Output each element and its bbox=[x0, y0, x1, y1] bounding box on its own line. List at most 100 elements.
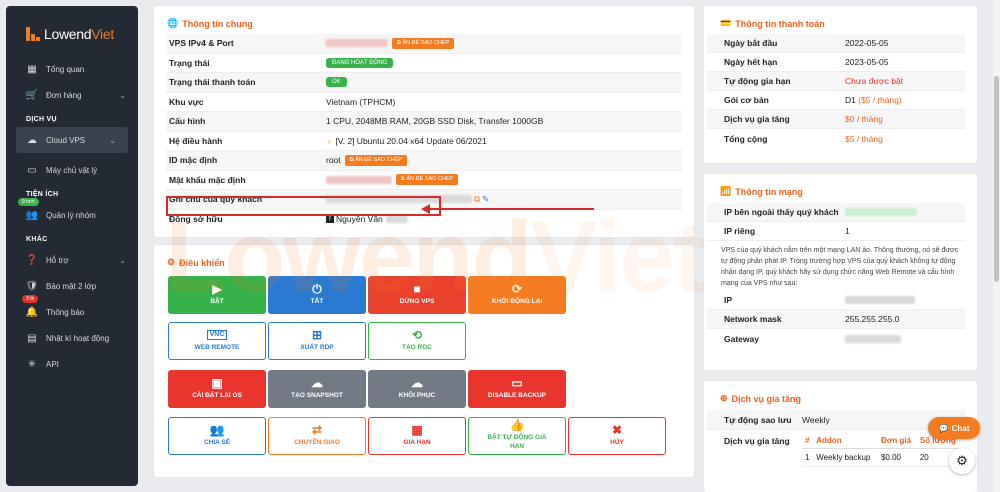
gear-icon: ⚙ bbox=[167, 257, 176, 267]
plus-icon: ⊕ bbox=[720, 393, 728, 403]
linux-icon: ♁ bbox=[326, 135, 333, 146]
cloud-upload-icon: ☁ bbox=[311, 375, 323, 390]
brand-name: LowendViet bbox=[44, 26, 114, 42]
notification-badge: 3 tb bbox=[22, 295, 39, 303]
shield-icon: 🛡 bbox=[25, 280, 39, 292]
scrollbar-thumb[interactable] bbox=[994, 76, 999, 282]
chevron-down-icon: ⌄ bbox=[119, 90, 126, 100]
server-icon: ▭ bbox=[27, 164, 37, 176]
reinstall-os-button[interactable]: ▣ CÀI ĐẶT LẠI OS bbox=[168, 370, 266, 408]
logo-icon bbox=[26, 27, 40, 41]
copy-ip-button[interactable]: ⧉ ẤN ĐỂ SAO CHÉP bbox=[392, 37, 455, 49]
copy-note-icon[interactable]: ⧉ bbox=[474, 194, 480, 205]
page-scrollbar[interactable] bbox=[993, 0, 1000, 492]
refresh-icon: ⟳ bbox=[511, 281, 523, 296]
nav-group-manage[interactable]: 9 mới 👥 Quản lý nhóm bbox=[6, 198, 138, 228]
section-services: DỊCH VỤ bbox=[26, 116, 57, 123]
cancel-button[interactable]: ✖ HỦY bbox=[568, 417, 666, 455]
payment-card: 💳 Thông tin thanh toán Ngày bắt đầu 2022-0… bbox=[704, 6, 977, 163]
sidebar: LowendViet ▦ Tổng quan 🛒 Đơn hàng ⌄ DỊCH VỤ… bbox=[6, 6, 138, 486]
plan-row: Gói cơ bản D1 ($5 / tháng) bbox=[707, 91, 965, 110]
power-icon: ⏻ bbox=[312, 281, 322, 296]
disable-backup-button[interactable]: ▭ DISABLE BACKUP bbox=[468, 370, 566, 408]
hdd-icon: ▭ bbox=[511, 375, 523, 390]
auto-renew-row: Tự động gia hạn Chưa được bật bbox=[707, 72, 965, 91]
sync-icon: ⟲ bbox=[411, 327, 423, 342]
calendar-icon: ▣ bbox=[211, 375, 223, 390]
users-icon: 👥 bbox=[25, 209, 39, 221]
table-row: 1 Weekly backup $0.00 20 bbox=[802, 448, 962, 467]
highlight-box bbox=[166, 196, 441, 216]
public-ip-row: IP bên ngoài thấy quý khách bbox=[707, 203, 965, 222]
auto-renew-button[interactable]: 👍 BẬT TỰ ĐỘNG GIA HẠN bbox=[468, 417, 566, 455]
help-icon: ❓ bbox=[25, 254, 39, 266]
nav-orders[interactable]: 🛒 Đơn hàng ⌄ bbox=[6, 82, 138, 108]
chat-button[interactable]: 💬 Chat bbox=[928, 417, 980, 439]
web-remote-button[interactable]: VNC WEB REMOTE bbox=[168, 322, 266, 360]
row-status: Trạng thái ĐANG HOẠT ĐỘNG bbox=[166, 54, 682, 73]
vnc-icon: VNC bbox=[206, 330, 228, 340]
stop-icon: ■ bbox=[413, 281, 421, 296]
chevron-down-icon: ⌄ bbox=[109, 135, 116, 145]
start-date-row: Ngày bắt đầu 2022-05-05 bbox=[707, 34, 965, 53]
chevron-down-icon: ⌄ bbox=[119, 255, 126, 265]
ip-row: IP bbox=[707, 291, 965, 310]
cloud-icon: ☁ bbox=[27, 134, 37, 146]
export-rdp-button[interactable]: ⊞ XUẤT RDP bbox=[268, 322, 366, 360]
annotation-arrow bbox=[421, 204, 594, 214]
nav-support[interactable]: ❓ Hỗ trợ ⌄ bbox=[6, 247, 138, 273]
restart-button[interactable]: ⟳ KHỞI ĐỘNG LẠI bbox=[468, 276, 566, 314]
expire-date-row: Ngày hết hạn 2023-05-05 bbox=[707, 53, 965, 72]
copy-password-button[interactable]: ⧉ ẤN ĐỂ SAO CHÉP bbox=[396, 174, 459, 186]
calendar-icon: ▦ bbox=[411, 422, 423, 437]
edit-note-icon[interactable]: ✎ bbox=[482, 194, 489, 205]
group-badge: 9 mới bbox=[18, 198, 39, 206]
network-card: 📶 Thông tin mạng IP bên ngoài thấy quý kh… bbox=[704, 174, 977, 370]
gear-icon: ⚙ bbox=[956, 453, 968, 468]
close-icon: ✖ bbox=[611, 422, 623, 437]
power-off-button[interactable]: ⏻ TẮT bbox=[268, 276, 366, 314]
play-icon: ▶ bbox=[212, 281, 222, 296]
status-badge: ĐANG HOẠT ĐỘNG bbox=[326, 57, 394, 68]
transfer-button[interactable]: ⇄ CHUYỂN GIAO bbox=[268, 417, 366, 455]
settings-gear-button[interactable]: ⚙ bbox=[949, 448, 975, 474]
nav-dedicated[interactable]: ▭ Máy chủ vật lý bbox=[6, 157, 138, 183]
share-button[interactable]: 👥 CHIA SẺ bbox=[168, 417, 266, 455]
exchange-icon: ⇄ bbox=[311, 422, 323, 437]
create-rgc-button[interactable]: ⟲ TẠO RGC bbox=[368, 322, 466, 360]
bell-icon: 🔔 bbox=[25, 306, 39, 318]
dashboard-icon: ▦ bbox=[27, 63, 37, 75]
row-default-id: ID mặc định root ⧉ ẤN ĐỂ SAO CHÉP bbox=[166, 151, 682, 171]
payment-title: 💳 Thông tin thanh toán bbox=[720, 18, 825, 29]
nav-api[interactable]: ✳ API bbox=[6, 351, 138, 377]
nav-notifications[interactable]: 3 tb 🔔 Thông báo bbox=[6, 295, 138, 325]
brand-logo[interactable]: LowendViet bbox=[6, 6, 138, 46]
row-region: Khu vực Vietnam (TPHCM) bbox=[166, 93, 682, 112]
copy-id-button[interactable]: ⧉ ẤN ĐỂ SAO CHÉP bbox=[344, 154, 407, 166]
money-icon: 💳 bbox=[720, 18, 732, 28]
netmask-row: Network mask 255.255.255.0 bbox=[707, 310, 965, 329]
create-snapshot-button[interactable]: ☁ TẠO SNAPSHOT bbox=[268, 370, 366, 408]
row-default-pw: Mật khẩu mặc định ⧉ ẤN ĐỂ SAO CHÉP bbox=[166, 171, 682, 190]
power-on-button[interactable]: ▶ BẬT bbox=[168, 276, 266, 314]
restore-button[interactable]: ☁ KHÔI PHỤC bbox=[368, 370, 466, 408]
nav-cloud-vps[interactable]: ☁ Cloud VPS ⌄ bbox=[16, 127, 128, 153]
api-icon: ✳ bbox=[27, 358, 37, 370]
password-value bbox=[326, 175, 392, 184]
nav-overview[interactable]: ▦ Tổng quan bbox=[6, 56, 138, 82]
network-note: VPS của quý khách nằm trên một mạng LAN … bbox=[721, 247, 959, 287]
cloud-download-icon: ☁ bbox=[411, 375, 423, 390]
windows-icon: ⊞ bbox=[311, 327, 323, 342]
general-info-title: 🌐 Thông tin chung bbox=[167, 18, 253, 29]
stop-vps-button[interactable]: ■ DỪNG VPS bbox=[368, 276, 466, 314]
log-icon: ▤ bbox=[27, 332, 37, 344]
private-ip-row: IP riêng 1 bbox=[707, 222, 965, 241]
nav-activity-log[interactable]: ▤ Nhật kí hoạt động bbox=[6, 325, 138, 351]
row-payment: Trạng thái thanh toán OK bbox=[166, 73, 682, 93]
row-os: Hệ điều hành ♁ [V. 2] Ubuntu 20.04 x64 Upd… bbox=[166, 132, 682, 151]
renew-button[interactable]: ▦ GIA HẠN bbox=[368, 417, 466, 455]
users-icon: 👥 bbox=[209, 422, 225, 437]
section-other: KHÁC bbox=[26, 236, 48, 243]
thumbs-up-icon: 👍 bbox=[509, 418, 525, 432]
facebook-icon: f bbox=[326, 215, 334, 224]
